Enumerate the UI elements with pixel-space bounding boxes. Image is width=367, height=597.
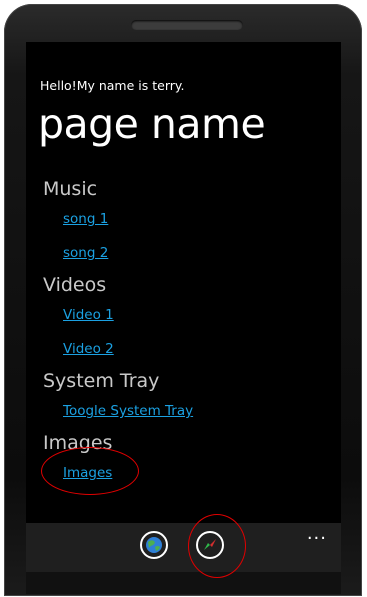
section-header-videos: Videos [43, 274, 107, 296]
link-images[interactable]: Images [63, 465, 112, 481]
phone-bottom-bezel [26, 572, 341, 594]
speaker-grille [131, 20, 243, 30]
page-title: page name [38, 100, 266, 148]
appbar-compass-button[interactable] [196, 531, 224, 559]
section-header-system-tray: System Tray [43, 370, 160, 392]
intro-text: Hello!My name is terry. [40, 78, 185, 93]
phone-screen: Hello!My name is terry. page name Music … [26, 42, 341, 572]
link-song-1[interactable]: song 1 [63, 211, 108, 227]
compass-icon [204, 539, 216, 550]
phone-device: Hello!My name is terry. page name Music … [0, 0, 367, 597]
section-header-images: Images [43, 432, 113, 454]
globe-icon [146, 537, 162, 553]
appbar-globe-button[interactable] [140, 531, 168, 559]
link-video-1[interactable]: Video 1 [63, 307, 114, 323]
link-toggle-system-tray[interactable]: Toogle System Tray [63, 403, 193, 419]
section-header-music: Music [43, 178, 98, 200]
application-bar: ... [26, 523, 341, 572]
more-options-button[interactable]: ... [307, 523, 327, 544]
link-video-2[interactable]: Video 2 [63, 341, 114, 357]
link-song-2[interactable]: song 2 [63, 245, 108, 261]
